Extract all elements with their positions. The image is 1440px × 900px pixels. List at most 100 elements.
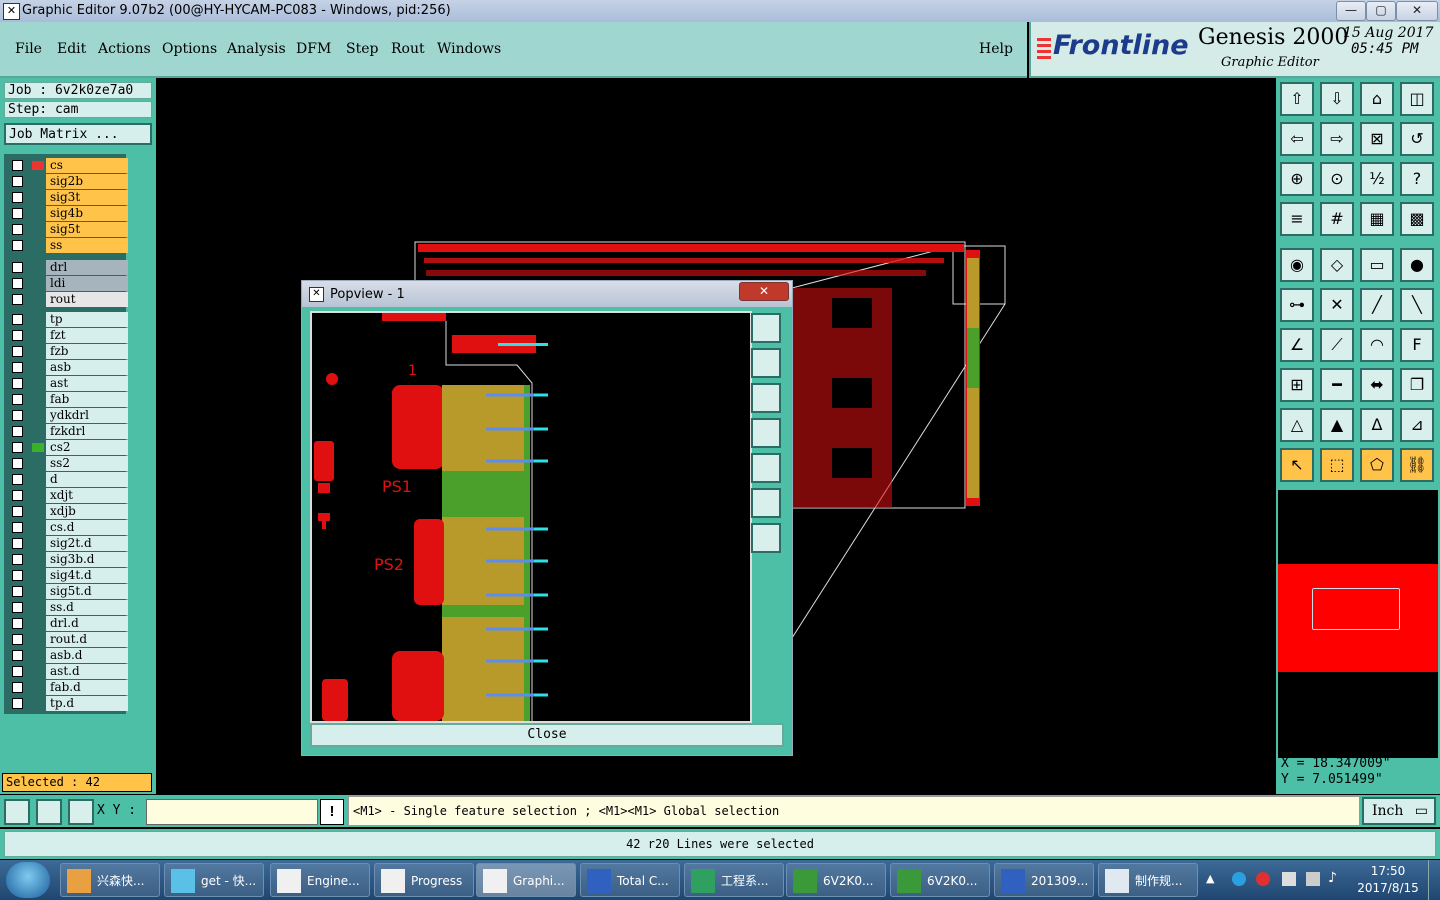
layer-name[interactable]: cs2 xyxy=(46,440,128,455)
layer-checkbox[interactable] xyxy=(12,538,23,549)
layer-row-xdjb[interactable]: xdjb xyxy=(10,504,128,519)
layer-row-cs2[interactable]: cs2 xyxy=(10,440,128,455)
layer-row-sig3b-d[interactable]: sig3b.d xyxy=(10,552,128,567)
layer-checkbox[interactable] xyxy=(12,442,23,453)
overview-map[interactable] xyxy=(1278,490,1438,758)
segment-icon[interactable]: ━ xyxy=(1320,368,1354,402)
layer-name[interactable]: ldi xyxy=(46,276,128,291)
layer-row-cs-d[interactable]: cs.d xyxy=(10,520,128,535)
overview-viewport[interactable] xyxy=(1312,588,1400,630)
line-node-alt-icon[interactable]: ╲ xyxy=(1400,288,1434,322)
layer-checkbox[interactable] xyxy=(12,294,23,305)
layer-row-fzkdrl[interactable]: fzkdrl xyxy=(10,424,128,439)
fit-f-icon[interactable]: F xyxy=(1400,328,1434,362)
layer-checkbox[interactable] xyxy=(12,570,23,581)
alert-icon[interactable]: ! xyxy=(320,799,344,825)
layer-checkbox[interactable] xyxy=(12,490,23,501)
layer-name[interactable]: drl xyxy=(46,260,128,275)
taskbar-item-5[interactable]: Total C... xyxy=(580,863,680,897)
layer-name[interactable]: fzt xyxy=(46,328,128,343)
layer-name[interactable]: ss xyxy=(46,238,128,253)
layer-checkbox[interactable] xyxy=(12,262,23,273)
layer-checkbox[interactable] xyxy=(12,474,23,485)
layer-checkbox[interactable] xyxy=(12,224,23,235)
resize-icon[interactable]: ⬌ xyxy=(1360,368,1394,402)
layer-row-asb-d[interactable]: asb.d xyxy=(10,648,128,663)
layer-name[interactable]: sig2t.d xyxy=(46,536,128,551)
pan-left-icon[interactable]: ⇦ xyxy=(1280,122,1314,156)
layer-name[interactable]: tp xyxy=(46,312,128,327)
taskbar-item-10[interactable]: 制作规... xyxy=(1098,863,1198,897)
menu-edit[interactable]: Edit xyxy=(57,41,86,57)
popview-pan-left-button[interactable] xyxy=(751,418,781,448)
line-node-icon[interactable]: ╱ xyxy=(1360,288,1394,322)
layer-checkbox[interactable] xyxy=(12,506,23,517)
layer-checkbox[interactable] xyxy=(12,682,23,693)
layer-checkbox[interactable] xyxy=(12,698,23,709)
layer-name[interactable]: sig3b.d xyxy=(46,552,128,567)
menu-analysis[interactable]: Analysis xyxy=(227,41,286,57)
layer-row-drl-d[interactable]: drl.d xyxy=(10,616,128,631)
select-polygon-icon[interactable]: ⬠ xyxy=(1360,448,1394,482)
tray-volume-icon[interactable]: ♪ xyxy=(1328,870,1337,886)
taskbar-item-0[interactable]: 兴森快... xyxy=(60,863,160,897)
layer-name[interactable]: ast xyxy=(46,376,128,391)
popview-pan-up-button[interactable] xyxy=(751,348,781,378)
taskbar-item-6[interactable]: 工程系... xyxy=(684,863,784,897)
layer-checkbox[interactable] xyxy=(12,602,23,613)
layer-name[interactable]: ydkdrl xyxy=(46,408,128,423)
layer-name[interactable]: sig2b xyxy=(46,174,128,189)
scale-1-2-icon[interactable]: ½ xyxy=(1360,162,1394,196)
grid-icon[interactable] xyxy=(68,799,94,825)
layer-row-tp-d[interactable]: tp.d xyxy=(10,696,128,711)
layer-row-sig5t[interactable]: sig5t xyxy=(10,222,128,237)
tray-expand-icon[interactable]: ▲ xyxy=(1206,872,1214,885)
layer-checkbox[interactable] xyxy=(12,458,23,469)
popview-close-button[interactable]: Close xyxy=(310,723,784,747)
layer-checkbox[interactable] xyxy=(12,650,23,661)
layer-name[interactable]: ss2 xyxy=(46,456,128,471)
layer-row-ldi[interactable]: ldi xyxy=(10,276,128,291)
taskbar-item-7[interactable]: 6V2K0... xyxy=(786,863,886,897)
layer-row-sig4t-d[interactable]: sig4t.d xyxy=(10,568,128,583)
taskbar-item-3[interactable]: Progress xyxy=(374,863,474,897)
popview-zoom-out-button[interactable] xyxy=(751,488,781,518)
menu-dfm[interactable]: DFM xyxy=(296,41,331,57)
layer-row-drl[interactable]: drl xyxy=(10,260,128,275)
tray-antivirus-icon[interactable] xyxy=(1256,872,1270,886)
layer-row-ydkdrl[interactable]: ydkdrl xyxy=(10,408,128,423)
taskbar-item-1[interactable]: get - 快... xyxy=(164,863,264,897)
tray-network-icon[interactable] xyxy=(1306,872,1320,886)
taskbar-item-9[interactable]: 201309... xyxy=(994,863,1094,897)
layer-row-fab[interactable]: fab xyxy=(10,392,128,407)
move-icon[interactable]: ⊞ xyxy=(1280,368,1314,402)
layer-row-ss[interactable]: ss xyxy=(10,238,128,253)
snap-skeleton-icon[interactable]: ◇ xyxy=(1320,248,1354,282)
layer-row-sig2b[interactable]: sig2b xyxy=(10,174,128,189)
menu-help[interactable]: Help xyxy=(979,41,1013,57)
layer-name[interactable]: fab xyxy=(46,392,128,407)
select-pointer-icon[interactable]: ↖ xyxy=(1280,448,1314,482)
layer-checkbox[interactable] xyxy=(12,330,23,341)
layer-checkbox[interactable] xyxy=(12,192,23,203)
triangle-b-icon[interactable]: ▲ xyxy=(1320,408,1354,442)
layer-name[interactable]: tp.d xyxy=(46,696,128,711)
layer-name[interactable]: sig4t.d xyxy=(46,568,128,583)
layer-row-sig5t-d[interactable]: sig5t.d xyxy=(10,584,128,599)
layer-checkbox[interactable] xyxy=(12,208,23,219)
snap-center-icon[interactable]: ◉ xyxy=(1280,248,1314,282)
layer-checkbox[interactable] xyxy=(12,394,23,405)
popview-pan-right-button[interactable] xyxy=(751,453,781,483)
grid-toggle-icon[interactable]: # xyxy=(1320,202,1354,236)
snap-icon[interactable] xyxy=(36,799,62,825)
popview-zoom-home-button[interactable] xyxy=(751,313,781,343)
select-chain-icon[interactable]: ⛓ xyxy=(1400,448,1434,482)
taskbar-item-2[interactable]: Engine... xyxy=(270,863,370,897)
layer-name[interactable]: asb xyxy=(46,360,128,375)
layer-checkbox[interactable] xyxy=(12,666,23,677)
layer-name[interactable]: fzkdrl xyxy=(46,424,128,439)
menu-rout[interactable]: Rout xyxy=(391,41,425,57)
layer-row-rout-d[interactable]: rout.d xyxy=(10,632,128,647)
layer-row-cs[interactable]: cs xyxy=(10,158,128,173)
layer-name[interactable]: sig4b xyxy=(46,206,128,221)
